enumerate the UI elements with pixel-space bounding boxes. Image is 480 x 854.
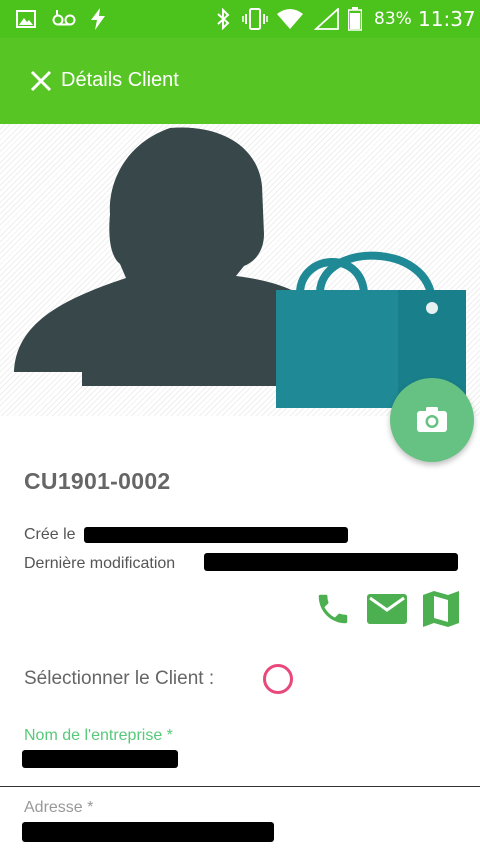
status-bar: 83% 11:37 xyxy=(0,0,480,38)
email-icon[interactable] xyxy=(366,591,408,627)
map-icon[interactable] xyxy=(421,590,461,628)
customer-illustration xyxy=(14,127,466,408)
bluetooth-icon xyxy=(217,8,230,30)
vibrate-icon xyxy=(242,8,268,30)
status-clock: 11:37 xyxy=(418,7,476,31)
modified-label: Dernière modification xyxy=(24,555,176,572)
client-avatar-image xyxy=(0,124,480,416)
modified-date-redacted xyxy=(204,553,458,571)
close-icon[interactable] xyxy=(28,68,54,94)
app-toolbar: Détails Client xyxy=(0,38,480,124)
wifi-icon xyxy=(277,9,303,29)
address-field[interactable] xyxy=(22,822,274,842)
divider xyxy=(0,786,480,787)
signal-icon xyxy=(314,8,339,30)
created-date-redacted xyxy=(84,527,348,543)
select-client-radio[interactable] xyxy=(263,664,293,694)
flash-icon xyxy=(91,8,105,30)
voicemail-icon xyxy=(52,10,76,26)
address-label: Adresse * xyxy=(24,799,94,816)
image-icon xyxy=(16,10,36,28)
company-name-field[interactable] xyxy=(22,750,178,768)
page-title: Détails Client xyxy=(61,69,179,91)
company-name-label: Nom de l'entreprise * xyxy=(24,727,173,744)
camera-button[interactable] xyxy=(390,378,474,462)
select-client-label: Sélectionner le Client : xyxy=(24,668,215,689)
battery-icon xyxy=(348,7,362,31)
camera-icon xyxy=(417,407,447,432)
battery-percent: 83% xyxy=(374,9,412,29)
client-code: CU1901-0002 xyxy=(24,468,171,494)
phone-icon[interactable] xyxy=(313,590,353,628)
created-label: Crée le xyxy=(24,526,76,543)
